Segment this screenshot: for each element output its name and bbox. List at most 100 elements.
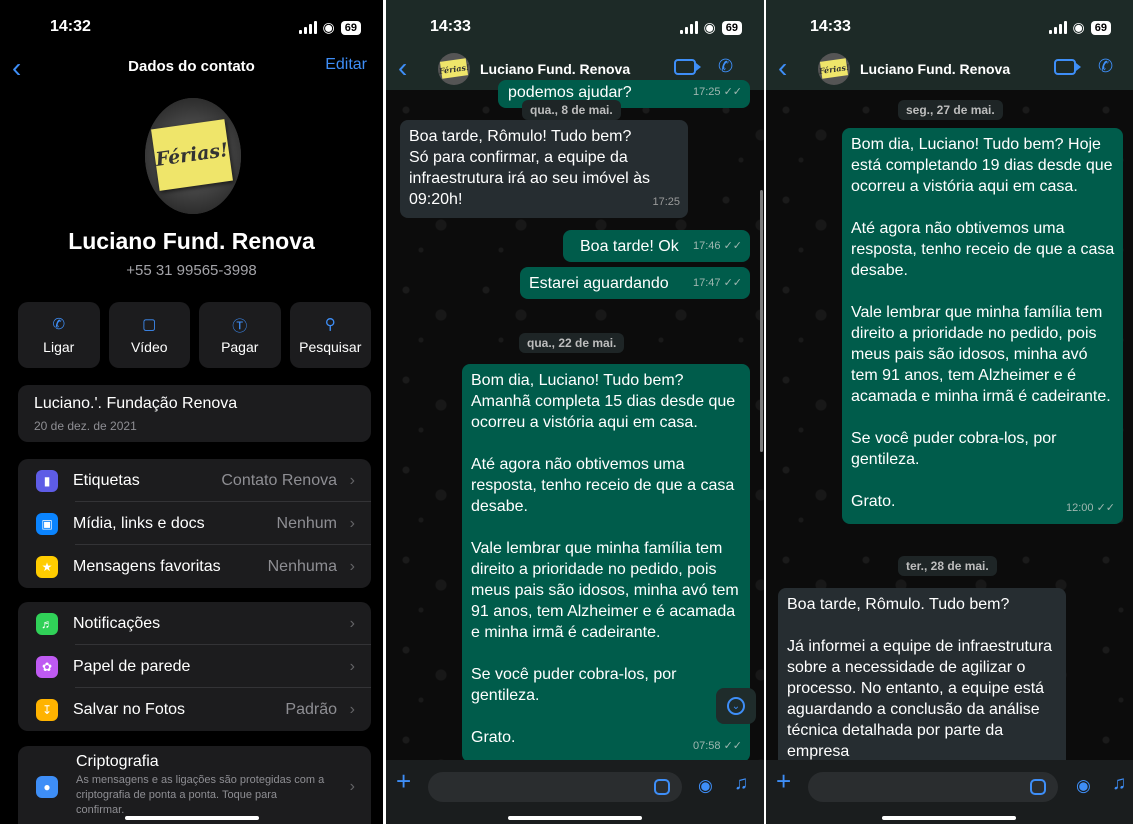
- home-indicator: [882, 816, 1016, 820]
- encryption-title: Criptografia: [76, 753, 159, 770]
- camera-icon[interactable]: ◉: [698, 776, 713, 796]
- flower-icon: ✿: [36, 655, 58, 678]
- contact-avatar[interactable]: Férias!: [145, 98, 241, 214]
- date-divider: seg., 27 de mai.: [898, 100, 1003, 120]
- chevron-right-icon: ›: [349, 514, 355, 532]
- phone-call-icon[interactable]: ✆: [718, 56, 733, 77]
- star-icon: ★: [36, 555, 58, 578]
- contact-name: Luciano Fund. Renova: [68, 228, 315, 254]
- contact-actions: ✆ Ligar ▢ Vídeo Ⓣ Pagar ⚲ Pesquisar: [18, 302, 371, 368]
- chat-contact-name[interactable]: Luciano Fund. Renova: [480, 61, 630, 77]
- avatar-sticky-note: Férias!: [151, 119, 233, 191]
- microphone-icon[interactable]: ♫: [734, 773, 748, 795]
- avatar[interactable]: Férias!: [438, 53, 470, 85]
- encryption-row[interactable]: ● Criptografia As mensagens e as ligaçõe…: [18, 746, 371, 824]
- call-button[interactable]: ✆ Ligar: [18, 302, 100, 368]
- video-button[interactable]: ▢ Vídeo: [108, 302, 190, 368]
- chevron-right-icon: ›: [349, 471, 355, 489]
- incoming-message[interactable]: Boa tarde, Rômulo! Tudo bem? Só para con…: [400, 120, 688, 218]
- edit-button[interactable]: Editar: [325, 56, 367, 74]
- microphone-icon[interactable]: ♫: [1112, 773, 1126, 795]
- plus-icon[interactable]: +: [396, 766, 411, 797]
- wifi-icon: ◉: [703, 19, 716, 35]
- signal-icon: [298, 21, 317, 34]
- chevron-down-icon: ⌄: [727, 697, 745, 715]
- labels-row[interactable]: ▮ Etiquetas Contato Renova ›: [18, 459, 371, 502]
- double-check-icon: ✓✓: [723, 277, 742, 289]
- plus-icon[interactable]: +: [776, 766, 791, 797]
- chevron-right-icon: ›: [349, 700, 355, 718]
- chat-screen-1: 14:33 ◉ 69 ‹ Férias! Luciano Fund. Renov…: [386, 0, 764, 824]
- outgoing-message[interactable]: Estarei aguardando 17:47 ✓✓: [520, 267, 750, 299]
- date-divider: ter., 28 de mai.: [898, 556, 997, 576]
- back-icon[interactable]: ‹: [398, 52, 407, 84]
- wallpaper-row[interactable]: ✿ Papel de parede ›: [18, 645, 371, 688]
- video-call-icon[interactable]: [1054, 59, 1081, 75]
- battery-icon: 69: [1090, 20, 1111, 35]
- status-bar: 14:32 ◉ 69: [0, 0, 383, 48]
- chat-contact-name[interactable]: Luciano Fund. Renova: [860, 61, 1010, 77]
- status-time: 14:33: [430, 18, 471, 35]
- video-call-icon[interactable]: [674, 59, 701, 75]
- about-text: Luciano.'. Fundação Renova: [34, 395, 238, 412]
- nav-bar: ‹ Dados do contato Editar: [0, 48, 383, 88]
- double-check-icon: ✓✓: [1096, 502, 1115, 514]
- contact-phone: +55 31 99565-3998: [126, 262, 257, 279]
- contact-details-screen: 14:32 ◉ 69 ‹ Dados do contato Editar Fér…: [0, 0, 383, 824]
- home-indicator: [508, 816, 642, 820]
- sticker-icon[interactable]: [654, 779, 670, 795]
- chat-header: ‹ Férias! Luciano Fund. Renova ✆: [766, 48, 1133, 90]
- avatar[interactable]: Férias!: [818, 53, 850, 85]
- lock-icon: ●: [36, 776, 58, 798]
- status-time: 14:33: [810, 18, 851, 35]
- message-input[interactable]: [808, 772, 1058, 802]
- media-row[interactable]: ▣ Mídia, links e docs Nenhum ›: [18, 502, 371, 545]
- video-icon: ▢: [142, 316, 157, 333]
- chevron-right-icon: ›: [349, 657, 355, 675]
- battery-icon: 69: [340, 20, 361, 35]
- status-time: 14:32: [50, 18, 91, 35]
- save-to-photos-row[interactable]: ↧ Salvar no Fotos Padrão ›: [18, 688, 371, 731]
- encryption-description: As mensagens e as ligações são protegida…: [76, 774, 325, 816]
- speaker-icon: ♬: [36, 612, 58, 635]
- double-check-icon: ✓✓: [723, 240, 742, 252]
- outgoing-message[interactable]: Bom dia, Luciano! Tudo bem? Amanhã compl…: [462, 364, 750, 762]
- status-bar: 14:33 ◉ 69: [386, 0, 764, 48]
- about-date: 20 de dez. de 2021: [34, 419, 137, 433]
- starred-messages-row[interactable]: ★ Mensagens favoritas Nenhuma ›: [18, 545, 371, 588]
- about-card: Luciano.'. Fundação Renova 20 de dez. de…: [18, 385, 371, 442]
- outgoing-message[interactable]: Bom dia, Luciano! Tudo bem? Hoje está co…: [842, 128, 1123, 524]
- chat-screen-2: 14:33 ◉ 69 ‹ Férias! Luciano Fund. Renov…: [766, 0, 1133, 824]
- photo-icon: ▣: [36, 512, 58, 535]
- camera-icon[interactable]: ◉: [1076, 776, 1091, 796]
- chevron-right-icon: ›: [349, 614, 355, 632]
- battery-icon: 69: [721, 20, 742, 35]
- incoming-message[interactable]: Boa tarde, Rômulo. Tudo bem? Já informei…: [778, 588, 1066, 768]
- composer-bar: + ◉ ♫: [766, 760, 1133, 824]
- search-button[interactable]: ⚲ Pesquisar: [289, 302, 371, 368]
- double-check-icon: ✓✓: [723, 86, 742, 98]
- download-icon: ↧: [36, 698, 58, 721]
- date-divider: qua., 8 de mai.: [522, 100, 621, 120]
- double-check-icon: ✓✓: [723, 740, 742, 752]
- settings-list: ♬ Notificações › ✿ Papel de parede › ↧ S…: [18, 602, 371, 731]
- notifications-row[interactable]: ♬ Notificações ›: [18, 602, 371, 645]
- phone-call-icon[interactable]: ✆: [1098, 56, 1113, 77]
- chevron-right-icon: ›: [349, 557, 355, 575]
- home-indicator: [125, 816, 259, 820]
- message-input[interactable]: [428, 772, 682, 802]
- contact-options-list: ▮ Etiquetas Contato Renova › ▣ Mídia, li…: [18, 459, 371, 588]
- pay-button[interactable]: Ⓣ Pagar: [199, 302, 281, 368]
- outgoing-message[interactable]: Boa tarde! Ok 17:46 ✓✓: [563, 230, 750, 262]
- back-icon[interactable]: ‹: [778, 52, 787, 84]
- scrollbar[interactable]: [760, 190, 763, 452]
- signal-icon: [1048, 21, 1067, 34]
- wifi-icon: ◉: [1072, 19, 1085, 35]
- search-icon: ⚲: [324, 316, 336, 333]
- signal-icon: [679, 21, 698, 34]
- sticker-icon[interactable]: [1030, 779, 1046, 795]
- status-bar: 14:33 ◉ 69: [766, 0, 1133, 48]
- chevron-right-icon: ›: [349, 778, 355, 795]
- tag-icon: ▮: [36, 469, 58, 492]
- scroll-down-button[interactable]: ⌄: [716, 688, 756, 724]
